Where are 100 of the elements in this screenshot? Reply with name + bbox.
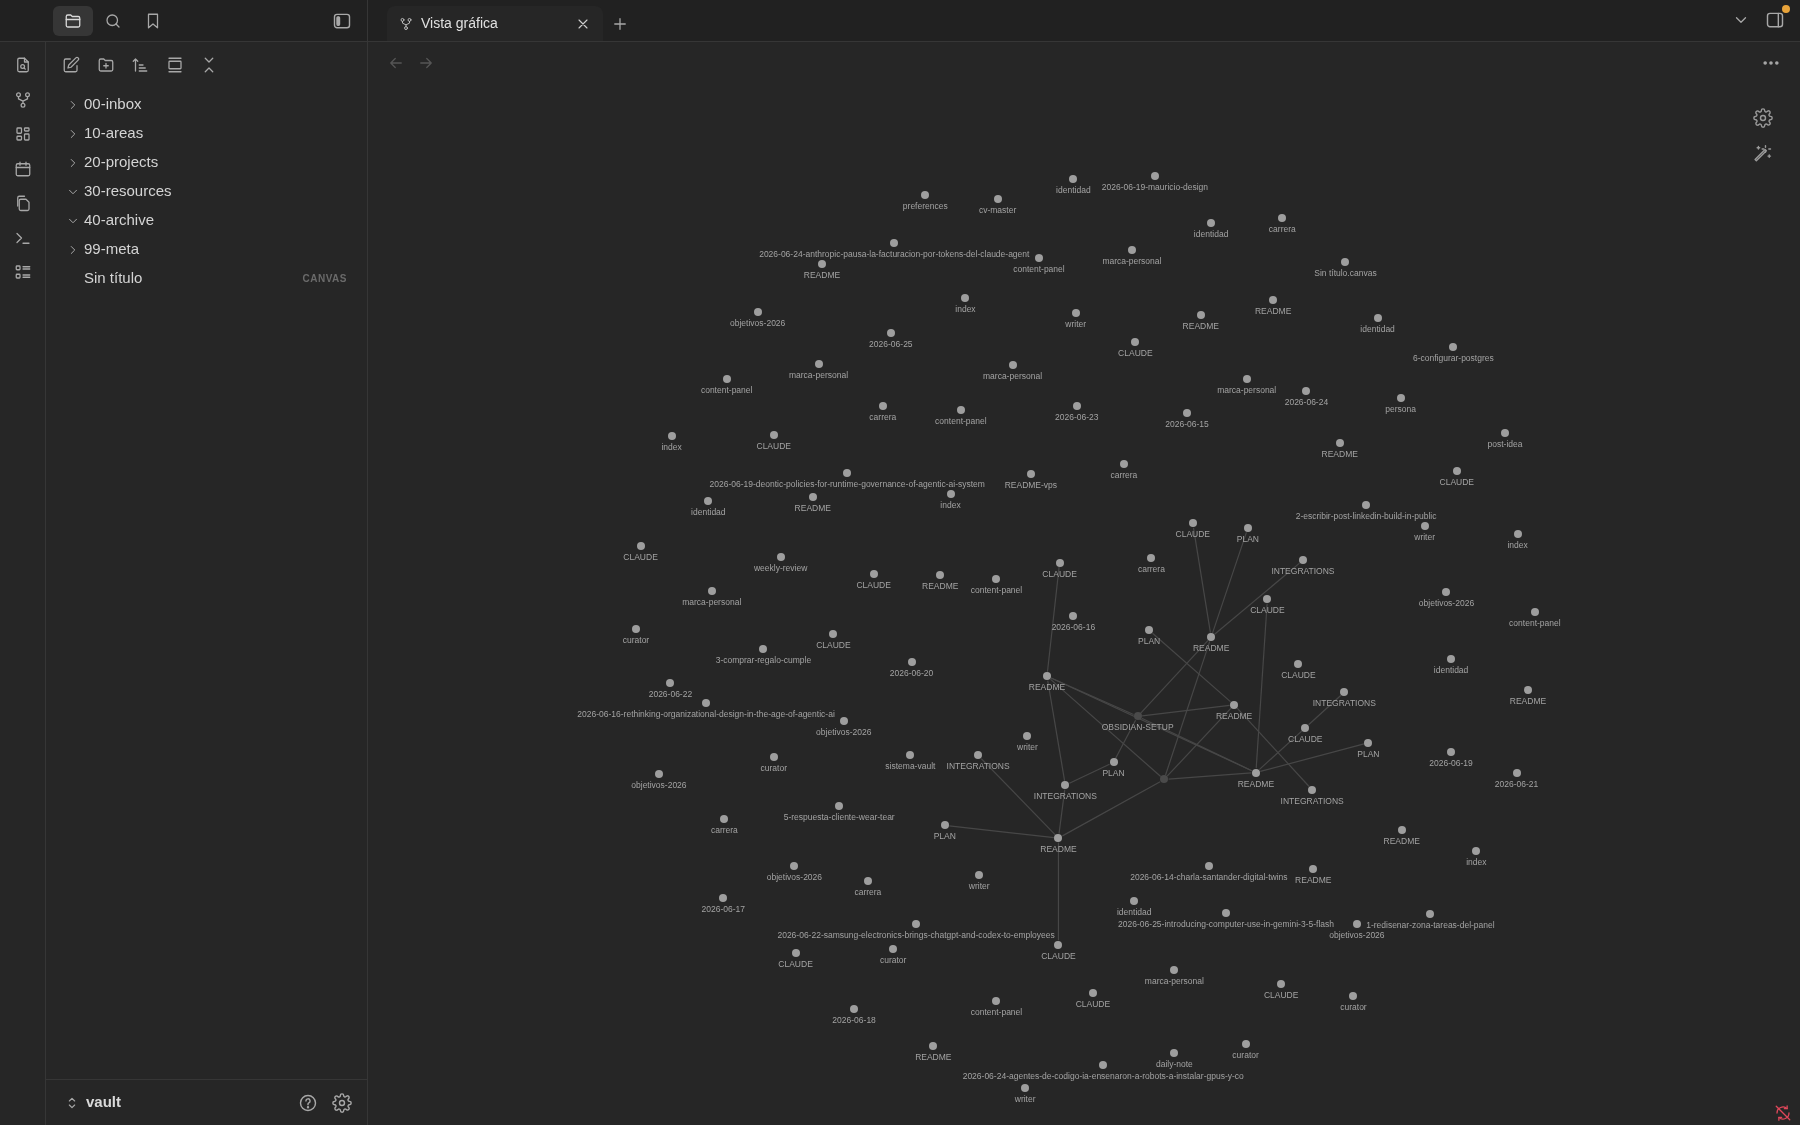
graph-node[interactable]: [702, 698, 710, 707]
graph-node[interactable]: [759, 644, 768, 653]
tree-item[interactable]: Sin título CANVAS: [58, 264, 355, 293]
graph-node[interactable]: [1308, 785, 1317, 794]
graph-node[interactable]: [835, 801, 844, 810]
graph-node[interactable]: [961, 294, 970, 303]
graph-node[interactable]: [1160, 775, 1169, 784]
graph-node[interactable]: [1277, 979, 1286, 988]
graph-node[interactable]: [1034, 254, 1043, 263]
graph-node[interactable]: [1442, 588, 1451, 597]
graph-node[interactable]: [632, 625, 640, 634]
graph-node[interactable]: [704, 496, 713, 505]
graph-node[interactable]: [1054, 940, 1063, 949]
graph-node[interactable]: [1109, 758, 1118, 767]
graph-node[interactable]: [1513, 529, 1522, 538]
graph-node[interactable]: [769, 752, 778, 761]
graph-node[interactable]: [776, 552, 785, 561]
graph-node[interactable]: [1183, 409, 1192, 418]
graph-node[interactable]: [878, 402, 887, 411]
graph-node[interactable]: [843, 468, 852, 477]
graph-node[interactable]: [863, 876, 872, 885]
graph-node[interactable]: [1298, 556, 1307, 565]
graph-node[interactable]: [974, 751, 983, 760]
tree-item[interactable]: 30-resources: [58, 177, 355, 206]
graph-node[interactable]: [1349, 992, 1358, 1001]
graph-node[interactable]: [720, 814, 729, 823]
graph-node[interactable]: [1263, 595, 1272, 604]
graph-node[interactable]: [1099, 1061, 1108, 1070]
graph-node[interactable]: [1204, 861, 1213, 870]
graph-node[interactable]: [1127, 246, 1136, 255]
graph-node[interactable]: [667, 432, 676, 441]
graph-node[interactable]: [890, 239, 899, 248]
graph-node[interactable]: [1302, 387, 1311, 396]
graph-node[interactable]: [1145, 626, 1154, 635]
graph-node[interactable]: [1243, 524, 1252, 533]
graph-node[interactable]: [1501, 428, 1509, 437]
graph-node[interactable]: [1340, 688, 1349, 697]
graph-node[interactable]: [1021, 1084, 1030, 1093]
tree-item[interactable]: 00-inbox: [58, 90, 355, 119]
graph-node[interactable]: [1071, 309, 1080, 318]
graph-node[interactable]: [946, 489, 955, 498]
graph-node[interactable]: [1188, 519, 1197, 528]
graph-node[interactable]: [1196, 310, 1205, 319]
graph-node[interactable]: [636, 542, 645, 551]
graph-node[interactable]: [906, 751, 915, 760]
graph-node[interactable]: [886, 328, 895, 337]
graph-node[interactable]: [1023, 731, 1032, 740]
graph-node[interactable]: [1309, 865, 1318, 874]
graph-node[interactable]: [929, 1041, 938, 1050]
graph-node[interactable]: [1147, 553, 1156, 562]
tab[interactable]: Vista gráfica: [387, 6, 603, 41]
graph-node[interactable]: [1119, 459, 1128, 468]
graph-node[interactable]: [1072, 402, 1081, 411]
graph-node[interactable]: [1335, 439, 1344, 448]
graph-node[interactable]: [850, 1005, 859, 1014]
graph-node[interactable]: [1061, 781, 1070, 790]
graph-node[interactable]: [907, 658, 916, 667]
graph-node[interactable]: [1230, 700, 1239, 709]
graph-node[interactable]: [940, 821, 949, 830]
graph-node[interactable]: [1420, 521, 1429, 530]
graph-node[interactable]: [1207, 218, 1216, 227]
graph-node[interactable]: [1026, 470, 1035, 479]
sync-off-icon[interactable]: [1774, 1104, 1792, 1122]
graph-node[interactable]: [992, 997, 1001, 1006]
graph-node[interactable]: [1449, 342, 1458, 351]
vault-switcher[interactable]: vault: [64, 1091, 121, 1114]
graph-node[interactable]: [1396, 394, 1405, 403]
graph-node[interactable]: [1397, 826, 1406, 834]
graph-node[interactable]: [791, 948, 800, 957]
graph-node[interactable]: [1352, 920, 1361, 929]
graph-node[interactable]: [1512, 768, 1521, 777]
graph-node[interactable]: [1426, 909, 1435, 918]
graph-node[interactable]: [921, 191, 930, 200]
graph-node[interactable]: [722, 374, 731, 383]
graph-node[interactable]: [790, 861, 799, 870]
graph-node[interactable]: [814, 359, 823, 368]
graph-node[interactable]: [869, 570, 878, 578]
graph-node[interactable]: [1373, 314, 1382, 322]
graph-node[interactable]: [1362, 501, 1371, 510]
graph-node[interactable]: [1301, 723, 1310, 732]
graph-node[interactable]: [1241, 1039, 1250, 1048]
graph-node[interactable]: [1251, 768, 1260, 777]
graph-node[interactable]: [1055, 558, 1064, 567]
graph-node[interactable]: [829, 629, 838, 638]
graph-node[interactable]: [1069, 612, 1078, 621]
graph-node[interactable]: [1524, 685, 1532, 694]
graph-node[interactable]: [1008, 361, 1017, 370]
graph-node[interactable]: [1530, 607, 1539, 616]
graph-node[interactable]: [666, 679, 675, 688]
graph-node[interactable]: [993, 194, 1002, 203]
graph-node[interactable]: [817, 260, 826, 269]
graph-node[interactable]: [1088, 989, 1097, 997]
tree-item[interactable]: 99-meta: [58, 235, 355, 264]
graph-node[interactable]: [839, 716, 848, 725]
graph-node[interactable]: [707, 587, 716, 596]
graph-node[interactable]: [1131, 338, 1140, 347]
graph-node[interactable]: [1447, 747, 1456, 756]
graph-node[interactable]: [1269, 295, 1278, 304]
tree-item[interactable]: 10-areas: [58, 119, 355, 148]
graph-node[interactable]: [1294, 659, 1303, 668]
